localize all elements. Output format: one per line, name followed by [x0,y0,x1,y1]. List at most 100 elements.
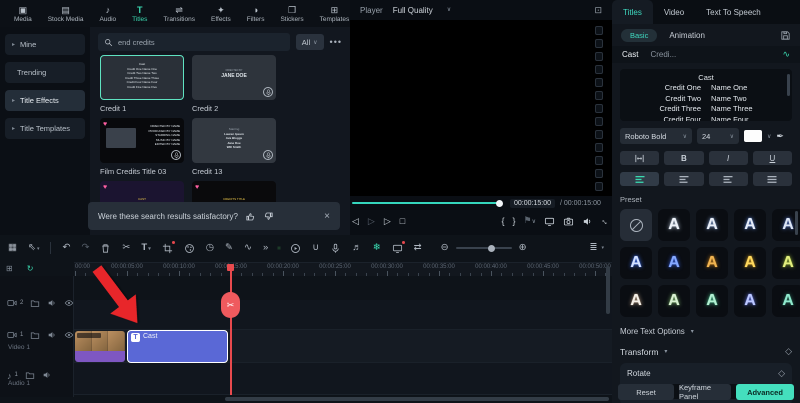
sidebar-item-title-templates[interactable]: ▸Title Templates [5,118,85,139]
sidebar-item-title-effects[interactable]: ▸Title Effects [5,90,85,111]
crop-icon[interactable] [162,243,173,254]
inspector-tab-titles[interactable]: Titles [612,0,653,24]
font-color-swatch[interactable] [744,130,762,142]
title-clip-cast[interactable]: T Cast [127,330,228,363]
transform-label[interactable]: Transform [620,347,658,357]
mirror-display-icon[interactable] [544,216,555,227]
split-icon[interactable]: ✂ [122,243,130,253]
mark-out-button[interactable]: } [513,216,516,226]
favorite-heart-icon[interactable]: ♥ [103,184,107,191]
audio-mixer-icon[interactable]: ♬ [352,243,362,253]
color-palette-icon[interactable] [184,243,195,254]
inspector-tab-video[interactable]: Video [653,0,695,24]
preset-style-14[interactable]: A [772,285,800,317]
close-icon[interactable]: × [324,211,330,222]
track-lane-audio1[interactable] [74,363,612,395]
preset-none[interactable] [620,209,652,241]
undo-icon[interactable]: ↶ [62,243,70,253]
preset-style-8[interactable]: A [734,247,766,279]
track-options[interactable]: ≣▾ [590,243,604,253]
step-back-button[interactable]: ◁ [352,216,359,226]
thumbs-down-icon[interactable] [263,211,274,222]
track-mute-icon[interactable] [42,370,52,380]
voiceover-mic-icon[interactable] [330,243,341,254]
save-preset-icon[interactable] [780,30,791,41]
clip-tab-credit[interactable]: Credi... [650,50,676,59]
text-tool-icon[interactable]: T▾ [141,243,150,254]
step-forward-button[interactable]: ▷ [368,216,375,226]
font-family-select[interactable]: Roboto Bold∨ [620,128,692,144]
align-left-button[interactable] [620,172,659,186]
tab-animation[interactable]: Animation [669,31,705,40]
thumbs-up-icon[interactable] [245,211,256,222]
tab-basic[interactable]: Basic [621,29,657,42]
align-justify-button[interactable] [753,172,792,186]
advanced-button[interactable]: Advanced [736,384,794,400]
ai-tool-icon[interactable]: ❄ [373,243,381,253]
preset-style-11[interactable]: A [658,285,690,317]
track-mute-icon[interactable] [47,330,57,340]
filter-dropdown[interactable]: All∨ [296,34,324,50]
quality-dropdown[interactable]: Full Quality∨ [393,6,451,15]
reset-button[interactable]: Reset [618,384,674,400]
tab-effects[interactable]: ✦Effects [203,0,239,27]
italic-button[interactable]: I [709,151,748,165]
timeline-vscrollbar[interactable] [606,266,610,314]
template-thumbnail[interactable]: CastCredit One Name OneCredit Two Name T… [100,55,184,100]
inspector-tab-text-to-speech[interactable]: Text To Speech [695,0,772,24]
snapshot-icon[interactable] [563,216,574,227]
tab-stock-media[interactable]: ▤Stock Media [40,0,92,27]
template-thumbnail[interactable]: StarringLauren IpsumAva BloggsJane DoeWi… [192,118,276,163]
preset-style-9[interactable]: A [772,247,800,279]
text-content-editor[interactable]: Cast Credit OneName OneCredit TwoName Tw… [620,69,792,121]
video-clip[interactable] [75,331,125,362]
underline-button[interactable]: U [753,151,792,165]
align-center-button[interactable] [664,172,703,186]
more-text-options[interactable]: More Text Options▾ [620,327,792,336]
clip-tab-cast[interactable]: Cast [622,50,638,59]
preset-style-12[interactable]: A [696,285,728,317]
preset-style-3[interactable]: A [734,209,766,241]
preset-style-7[interactable]: A [696,247,728,279]
select-tool-icon[interactable]: ⇖▾ [28,243,39,254]
sidebar-item-trending[interactable]: Trending [5,62,85,83]
track-visibility-icon[interactable] [64,330,74,340]
playhead-line[interactable] [230,264,232,395]
track-lane-2[interactable] [74,300,612,330]
timeline-hscrollbar[interactable] [225,397,609,401]
favorite-heart-icon[interactable]: ♥ [195,184,199,191]
tab-media[interactable]: ▣Media [6,0,40,27]
track-mute-icon[interactable] [47,298,57,308]
redo-icon[interactable]: ↷ [81,243,89,253]
auto-ripple-icon[interactable]: ⇄ [414,243,422,253]
zoom-in-icon[interactable]: ⊕ [519,243,527,253]
speed-icon[interactable]: ◷ [206,243,214,253]
preset-style-5[interactable]: A [620,247,652,279]
preset-style-1[interactable]: A [658,209,690,241]
zoom-slider[interactable] [456,247,512,249]
rotate-keyframe-icon[interactable]: ◇ [778,368,785,379]
media-library-icon[interactable]: ▦ [8,243,17,253]
template-thumbnail[interactable]: DIRECTED BY NAMEPRODUCED BY NAMESTARRING… [100,118,184,163]
play-button[interactable]: ▷ [384,216,391,226]
voice-preview-icon[interactable] [263,87,273,97]
lock-folder-icon[interactable] [25,370,35,380]
tab-titles[interactable]: TTitles [124,0,155,27]
preset-scrollbar[interactable] [795,211,798,235]
favorite-heart-icon[interactable]: ♥ [103,121,107,128]
zoom-out-icon[interactable]: ⊖ [441,243,449,253]
tab-audio[interactable]: ♪Audio [92,0,125,27]
delete-icon[interactable] [100,243,111,254]
font-size-select[interactable]: 24∨ [697,128,739,144]
preset-style-13[interactable]: A [734,285,766,317]
zoom-slider-handle[interactable] [488,245,495,252]
preview-viewport[interactable] [350,20,612,196]
voice-preview-icon[interactable] [171,150,181,160]
bold-button[interactable]: B [664,151,703,165]
eyedropper-icon[interactable]: ✒ [776,131,784,142]
seek-bar[interactable] [352,202,500,204]
motion-track-icon[interactable]: ∿ [244,243,252,253]
lock-folder-icon[interactable] [30,298,40,308]
tab-filters[interactable]: ◑Filters [239,0,273,27]
playhead-handle[interactable] [227,264,234,271]
